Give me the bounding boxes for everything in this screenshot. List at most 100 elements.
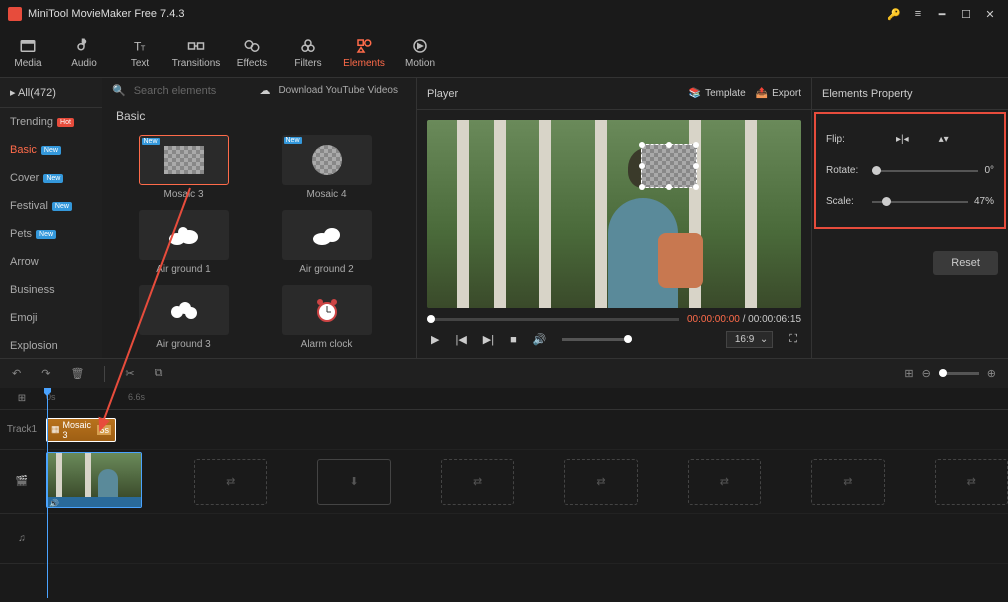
playhead[interactable]: [47, 388, 48, 598]
zoom-slider[interactable]: [939, 372, 979, 375]
transition-placeholder[interactable]: ⇄: [935, 459, 1008, 505]
sidebar-item-cover[interactable]: CoverNew: [0, 164, 102, 192]
timeline-toolbar: ↶ ↷ 🗑 ✂ ⧉ ⊞ ⊖ ⊕: [0, 358, 1008, 388]
badge-new: New: [41, 146, 61, 155]
player-title: Player: [427, 88, 679, 100]
template-icon: 📚: [689, 88, 701, 99]
rotate-value: 0°: [984, 165, 994, 176]
volume-slider[interactable]: [562, 338, 632, 341]
scale-slider[interactable]: [872, 201, 968, 203]
export-icon: 📤: [756, 88, 768, 99]
download-youtube-link[interactable]: Download YouTube Videos: [278, 85, 398, 96]
element-alarm-clock[interactable]: Alarm clock: [265, 285, 388, 350]
rotate-slider[interactable]: [872, 170, 978, 172]
delete-button[interactable]: 🗑: [70, 367, 84, 380]
fullscreen-button[interactable]: ⛶: [789, 333, 797, 346]
section-title: Basic: [102, 103, 408, 129]
elements-panel: 🔍 Search elements ☁ Download YouTube Vid…: [102, 78, 416, 358]
undo-button[interactable]: ↶: [12, 367, 21, 380]
clip-video[interactable]: 🔊: [46, 452, 142, 508]
tab-filters[interactable]: Filters: [280, 28, 336, 77]
redo-button[interactable]: ↷: [41, 367, 50, 380]
close-icon[interactable]: ✕: [980, 4, 1000, 24]
element-mosaic-4[interactable]: New Mosaic 4: [265, 135, 388, 200]
timeline-ruler[interactable]: 0s 6.6s: [44, 388, 1008, 410]
search-icon: 🔍: [112, 84, 126, 97]
properties-title: Elements Property: [822, 88, 998, 100]
scale-value: 47%: [974, 196, 994, 207]
tab-transitions[interactable]: Transitions: [168, 28, 224, 77]
flip-vertical-button[interactable]: ▴▾: [939, 134, 949, 145]
audio-track[interactable]: [44, 514, 1008, 564]
svg-text:T: T: [141, 43, 146, 52]
badge-hot: Hot: [57, 118, 74, 127]
app-title: MiniTool MovieMaker Free 7.4.3: [28, 8, 185, 20]
zoom-out-button[interactable]: ⊖: [922, 367, 931, 380]
reset-button[interactable]: Reset: [933, 251, 998, 275]
add-track-button[interactable]: ⊞: [0, 388, 44, 410]
element-air-ground-2[interactable]: Air ground 2: [265, 210, 388, 275]
export-button[interactable]: 📤Export: [756, 88, 801, 99]
transition-placeholder[interactable]: ⇄: [564, 459, 637, 505]
main-toolbar: Media Audio TTText Transitions Effects F…: [0, 28, 1008, 78]
properties-panel: Elements Property Flip: ▸|◂ ▴▾ Rotate: 0…: [812, 78, 1008, 358]
minimize-icon[interactable]: ━: [932, 4, 952, 24]
sidebar-item-emoji[interactable]: Emoji: [0, 304, 102, 332]
sidebar-header[interactable]: ▸ All(472): [0, 78, 102, 108]
cut-button[interactable]: ✂: [125, 367, 134, 380]
scale-label: Scale:: [826, 196, 866, 207]
template-button[interactable]: 📚Template: [689, 88, 746, 99]
sidebar-item-basic[interactable]: BasicNew: [0, 136, 102, 164]
element-track[interactable]: ▦ Mosaic 3 5s: [44, 410, 1008, 450]
mosaic-overlay[interactable]: [641, 144, 697, 188]
key-icon[interactable]: 🔑: [884, 4, 904, 24]
tab-motion[interactable]: Motion: [392, 28, 448, 77]
transition-placeholder[interactable]: ⇄: [811, 459, 884, 505]
track1-label: Track1: [0, 410, 44, 450]
prev-button[interactable]: |◀: [455, 333, 466, 346]
audio-track-icon: ♫: [0, 514, 44, 564]
volume-icon[interactable]: 🔊: [533, 333, 547, 346]
zoom-in-button[interactable]: ⊕: [987, 367, 996, 380]
transition-placeholder[interactable]: ⇄: [194, 459, 267, 505]
tab-media[interactable]: Media: [0, 28, 56, 77]
clip-icon: ▦: [51, 424, 60, 435]
tab-elements[interactable]: Elements: [336, 28, 392, 77]
sidebar-item-festival[interactable]: FestivalNew: [0, 192, 102, 220]
category-sidebar: ▸ All(472) TrendingHot BasicNew CoverNew…: [0, 78, 102, 358]
tab-text[interactable]: TTText: [112, 28, 168, 77]
crop-button[interactable]: ⧉: [155, 367, 163, 380]
progress-bar[interactable]: [427, 318, 679, 321]
player-panel: Player 📚Template 📤Export 00:00:: [416, 78, 812, 358]
flip-horizontal-button[interactable]: ▸|◂: [896, 134, 909, 145]
tab-audio[interactable]: Audio: [56, 28, 112, 77]
video-track-icon: 🎬: [0, 450, 44, 514]
add-clip-placeholder[interactable]: ⬇: [317, 459, 390, 505]
timeline: ⊞ Track1 🎬 ♫ 0s 6.6s ▦ Mosaic 3 5s 🔊 ⇄ ⬇…: [0, 388, 1008, 598]
element-mosaic-3[interactable]: New Mosaic 3: [122, 135, 245, 200]
sidebar-item-explosion[interactable]: Explosion: [0, 332, 102, 358]
menu-icon[interactable]: ≡: [908, 4, 928, 24]
sidebar-item-pets[interactable]: PetsNew: [0, 220, 102, 248]
search-input[interactable]: Search elements: [134, 85, 252, 97]
sidebar-item-arrow[interactable]: Arrow: [0, 248, 102, 276]
maximize-icon[interactable]: ☐: [956, 4, 976, 24]
flip-label: Flip:: [826, 134, 866, 145]
rotate-label: Rotate:: [826, 165, 866, 176]
aspect-select[interactable]: 16:9 ⌄: [726, 331, 773, 348]
transition-placeholder[interactable]: ⇄: [688, 459, 761, 505]
element-air-ground-1[interactable]: Air ground 1: [122, 210, 245, 275]
element-air-ground-3[interactable]: Air ground 3: [122, 285, 245, 350]
clip-mosaic-3[interactable]: ▦ Mosaic 3 5s: [46, 418, 116, 442]
sidebar-item-business[interactable]: Business: [0, 276, 102, 304]
transition-placeholder[interactable]: ⇄: [441, 459, 514, 505]
video-preview[interactable]: [427, 120, 801, 308]
tab-effects[interactable]: Effects: [224, 28, 280, 77]
video-track[interactable]: 🔊 ⇄ ⬇ ⇄ ⇄ ⇄ ⇄ ⇄: [44, 450, 1008, 514]
play-button[interactable]: ▶: [431, 333, 439, 346]
stop-button[interactable]: ■: [510, 334, 517, 346]
sidebar-item-trending[interactable]: TrendingHot: [0, 108, 102, 136]
fit-button[interactable]: ⊞: [904, 367, 913, 380]
next-button[interactable]: ▶|: [483, 333, 494, 346]
app-logo: [8, 7, 22, 21]
